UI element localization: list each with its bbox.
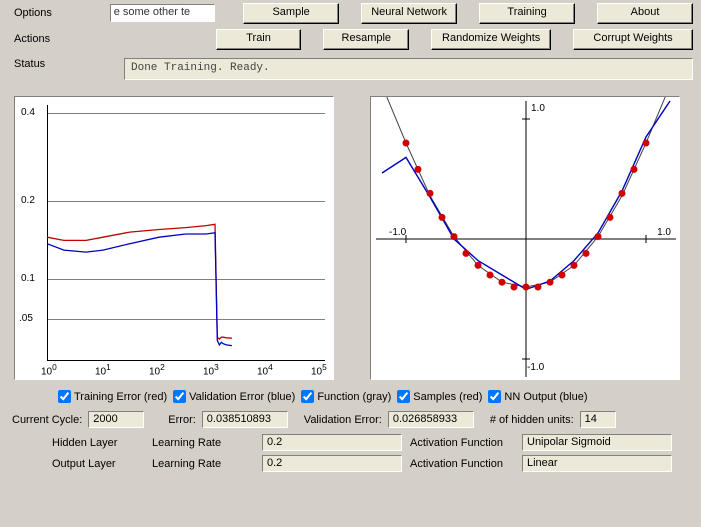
check-training-error[interactable]: Training Error (red): [58, 390, 167, 403]
check-samples[interactable]: Samples (red): [397, 390, 482, 403]
xtick: -1.0: [389, 227, 406, 238]
check-label: Validation Error (blue): [189, 391, 295, 403]
xtick: 1.0: [657, 227, 671, 238]
learning-rate-label: Learning Rate: [152, 437, 262, 449]
check-label: Training Error (red): [74, 391, 167, 403]
check-validation-error[interactable]: Validation Error (blue): [173, 390, 295, 403]
check-label: NN Output (blue): [504, 391, 587, 403]
error-value: 0.038510893: [202, 411, 288, 428]
tab-neural-network[interactable]: Neural Network: [361, 3, 457, 24]
output-layer-label: Output Layer: [52, 458, 152, 470]
output-activation-value[interactable]: Linear: [522, 455, 672, 472]
tab-about[interactable]: About: [597, 3, 693, 24]
ytick: -1.0: [527, 362, 544, 373]
hidden-activation-value[interactable]: Unipolar Sigmoid: [522, 434, 672, 451]
output-lr-value[interactable]: 0.2: [262, 455, 402, 472]
hidden-units-label: # of hidden units:: [490, 414, 574, 426]
error-chart: 0.4 0.2 0.1 .05 100 101 102 103 104 105: [14, 96, 334, 380]
resample-button[interactable]: Resample: [323, 29, 409, 50]
current-cycle-value[interactable]: 2000: [88, 411, 144, 428]
status-label: Status: [14, 58, 124, 70]
randomize-weights-button[interactable]: Randomize Weights: [431, 29, 551, 50]
error-label: Error:: [168, 414, 196, 426]
validation-error-label: Validation Error:: [304, 414, 382, 426]
check-nn-output[interactable]: NN Output (blue): [488, 390, 587, 403]
check-function[interactable]: Function (gray): [301, 390, 391, 403]
current-cycle-label: Current Cycle:: [12, 414, 82, 426]
error-chart-svg: [15, 97, 335, 381]
train-button[interactable]: Train: [216, 29, 302, 50]
check-label: Function (gray): [317, 391, 391, 403]
function-chart-svg: [371, 97, 681, 381]
options-label: Options: [14, 7, 110, 19]
actions-label: Actions: [14, 33, 108, 45]
status-text: Done Training. Ready.: [124, 58, 693, 80]
hidden-layer-label: Hidden Layer: [52, 437, 152, 449]
tab-sample[interactable]: Sample: [243, 3, 339, 24]
hidden-lr-value[interactable]: 0.2: [262, 434, 402, 451]
learning-rate-label: Learning Rate: [152, 458, 262, 470]
activation-function-label: Activation Function: [402, 458, 522, 470]
options-text-input[interactable]: e some other te: [110, 4, 215, 22]
validation-error-value: 0.026858933: [388, 411, 474, 428]
hidden-units-value[interactable]: 14: [580, 411, 616, 428]
ytick: 1.0: [531, 103, 545, 114]
function-chart: -1.0 1.0 1.0 -1.0: [370, 96, 680, 380]
check-label: Samples (red): [413, 391, 482, 403]
tab-training[interactable]: Training: [479, 3, 575, 24]
activation-function-label: Activation Function: [402, 437, 522, 449]
corrupt-weights-button[interactable]: Corrupt Weights: [573, 29, 693, 50]
